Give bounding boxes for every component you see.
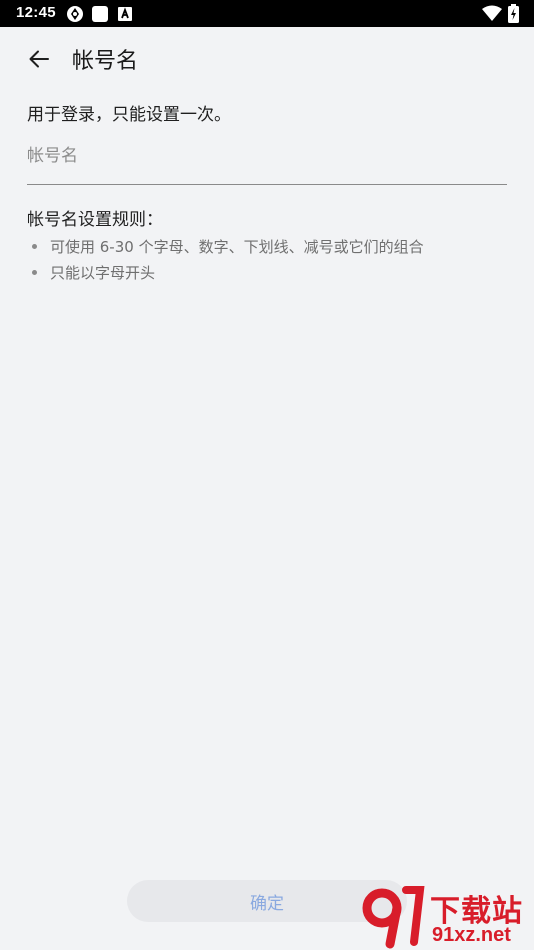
watermark-bottom-text: 91xz.net <box>432 924 511 946</box>
rules-list: 可使用 6-30 个字母、数字、下划线、减号或它们的组合 只能以字母开头 <box>27 236 424 288</box>
rule-item: 可使用 6-30 个字母、数字、下划线、减号或它们的组合 <box>27 236 424 262</box>
watermark: 下载站 91xz.net <box>360 884 534 950</box>
bullet-dot <box>32 244 37 249</box>
rule-item: 只能以字母开头 <box>27 262 424 288</box>
status-time: 12:45 <box>16 4 56 21</box>
toolbar: 帐号名 <box>0 27 534 89</box>
arrow-left-icon <box>29 50 49 68</box>
rule-text: 可使用 6-30 个字母、数字、下划线、减号或它们的组合 <box>50 238 424 256</box>
page-title: 帐号名 <box>72 49 139 74</box>
square-icon <box>91 5 109 27</box>
watermark-logo-icon <box>362 886 425 949</box>
username-input[interactable] <box>27 136 507 184</box>
rules-title: 帐号名设置规则： <box>27 210 163 230</box>
a-badge-icon <box>118 6 132 25</box>
battery-charging-icon <box>508 4 519 27</box>
bullet-dot <box>32 270 37 275</box>
wifi-icon <box>482 5 502 25</box>
back-button[interactable] <box>18 41 60 77</box>
status-bar: 12:45 <box>0 0 534 27</box>
rule-text: 只能以字母开头 <box>50 264 156 282</box>
username-hint: 用于登录，只能设置一次。 <box>27 105 231 125</box>
username-field-container <box>27 136 507 185</box>
sync-icon <box>66 5 84 27</box>
